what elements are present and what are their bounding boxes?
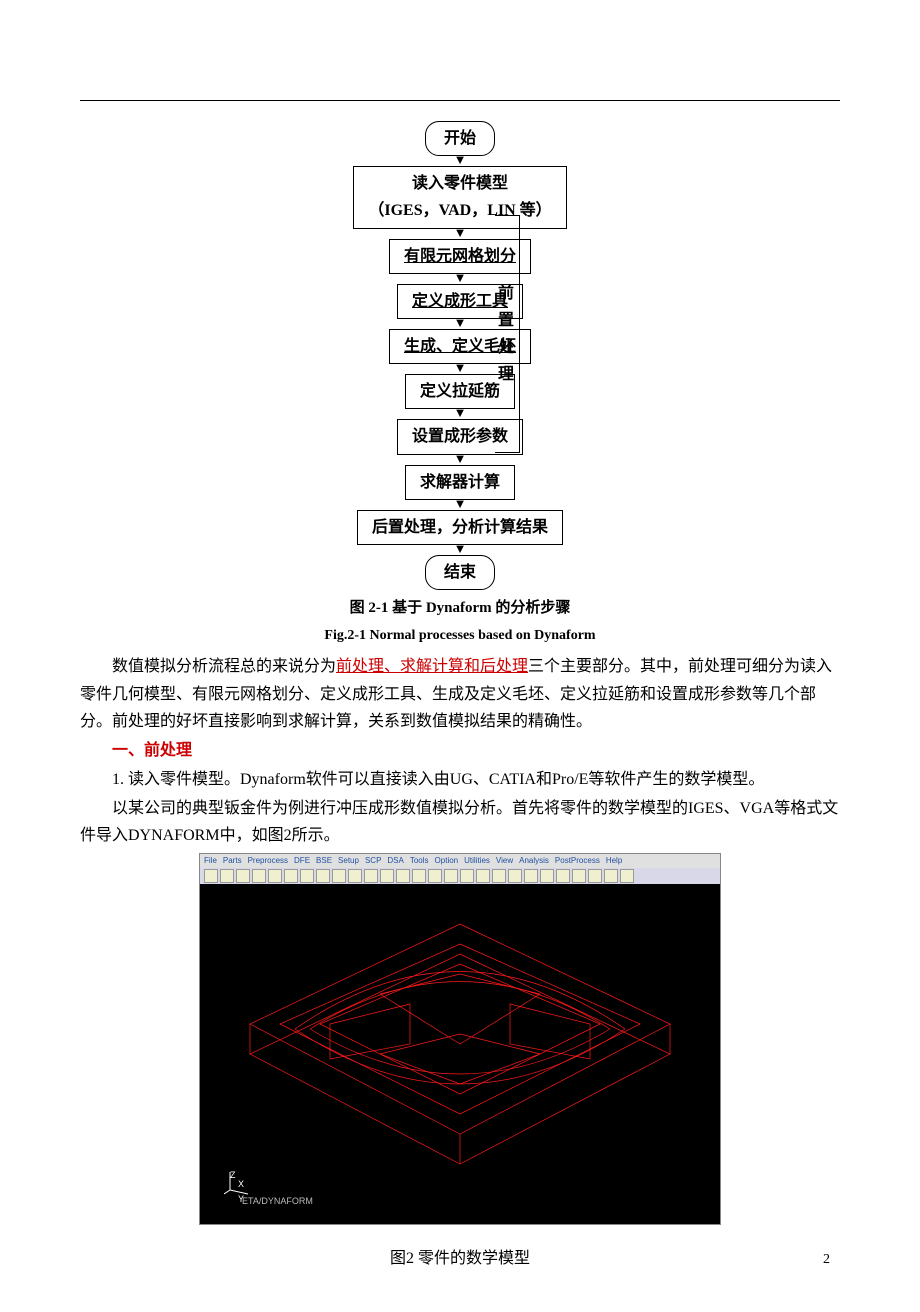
- toolbar-button[interactable]: [492, 869, 506, 883]
- flow-start: 开始: [425, 121, 495, 156]
- toolbar-button[interactable]: [236, 869, 250, 883]
- toolbar-button[interactable]: [332, 869, 346, 883]
- flow-read-model-line2: （IGES，VAD，LIN 等）: [368, 197, 551, 224]
- flow-read-model: 读入零件模型 （IGES，VAD，LIN 等）: [353, 166, 566, 228]
- toolbar-button[interactable]: [508, 869, 522, 883]
- flow-arrow: ▼: [454, 229, 467, 239]
- toolbar-button[interactable]: [220, 869, 234, 883]
- toolbar-button[interactable]: [300, 869, 314, 883]
- para-text-a: 数值模拟分析流程总的来说分为: [112, 658, 336, 675]
- menu-item[interactable]: DSA: [387, 854, 403, 868]
- toolbar-button[interactable]: [588, 869, 602, 883]
- flow-read-model-line1: 读入零件模型: [368, 170, 551, 197]
- flow-arrow: ▼: [454, 274, 467, 284]
- flow-arrow: ▼: [454, 500, 467, 510]
- fig21-caption-cn: 图 2-1 基于 Dynaform 的分析步骤: [80, 596, 840, 622]
- toolbar-button[interactable]: [364, 869, 378, 883]
- menu-item[interactable]: View: [496, 854, 513, 868]
- toolbar-button[interactable]: [284, 869, 298, 883]
- menu-item[interactable]: BSE: [316, 854, 332, 868]
- menu-item[interactable]: SCP: [365, 854, 381, 868]
- figure2-dynaform-screenshot: File Parts Preprocess DFE BSE Setup SCP …: [199, 853, 721, 1225]
- toolbar-button[interactable]: [460, 869, 474, 883]
- toolbar-button[interactable]: [556, 869, 570, 883]
- toolbar-button[interactable]: [348, 869, 362, 883]
- dynaform-menubar: File Parts Preprocess DFE BSE Setup SCP …: [200, 854, 720, 868]
- flow-side-brace-preprocess: 前 置 处 理: [495, 215, 520, 453]
- toolbar-button[interactable]: [204, 869, 218, 883]
- menu-item[interactable]: File: [204, 854, 217, 868]
- toolbar-button[interactable]: [428, 869, 442, 883]
- toolbar-button[interactable]: [380, 869, 394, 883]
- menu-item[interactable]: Tools: [410, 854, 429, 868]
- toolbar-button[interactable]: [444, 869, 458, 883]
- menu-item[interactable]: Parts: [223, 854, 242, 868]
- flowchart-fig21: 开始 ▼ 读入零件模型 （IGES，VAD，LIN 等） ▼ 有限元网格划分 ▼…: [80, 121, 840, 590]
- paragraph-overview: 数值模拟分析流程总的来说分为前处理、求解计算和后处理三个主要部分。其中，前处理可…: [80, 653, 840, 735]
- flow-arrow: ▼: [454, 156, 467, 166]
- fig2-caption: 图2 零件的数学模型: [80, 1245, 840, 1272]
- menu-item[interactable]: PostProcess: [555, 854, 600, 868]
- flow-arrow: ▼: [454, 545, 467, 555]
- menu-item[interactable]: Help: [606, 854, 622, 868]
- flow-side-label-char3: 处: [498, 334, 514, 361]
- toolbar-button[interactable]: [252, 869, 266, 883]
- menu-item[interactable]: Utilities: [464, 854, 490, 868]
- dynaform-brand-label: ETA/DYNAFORM: [242, 1194, 313, 1209]
- menu-item[interactable]: Analysis: [519, 854, 549, 868]
- fig21-caption-en: Fig.2-1 Normal processes based on Dynafo…: [80, 624, 840, 648]
- toolbar-button[interactable]: [268, 869, 282, 883]
- menu-item[interactable]: Setup: [338, 854, 359, 868]
- toolbar-button[interactable]: [396, 869, 410, 883]
- menu-item[interactable]: DFE: [294, 854, 310, 868]
- flow-arrow: ▼: [454, 319, 467, 329]
- dynaform-canvas[interactable]: Z X Y ETA/DYNAFORM: [200, 884, 720, 1224]
- toolbar-button[interactable]: [620, 869, 634, 883]
- flow-side-label-char2: 置: [498, 307, 514, 334]
- figure2-wrapper: File Parts Preprocess DFE BSE Setup SCP …: [80, 853, 840, 1225]
- menu-item[interactable]: Option: [435, 854, 459, 868]
- flow-post: 后置处理，分析计算结果: [357, 510, 563, 545]
- link-three-stages[interactable]: 前处理、求解计算和后处理: [336, 658, 528, 675]
- toolbar-button[interactable]: [524, 869, 538, 883]
- flow-arrow: ▼: [454, 409, 467, 419]
- top-rule: [80, 100, 840, 101]
- toolbar-button[interactable]: [572, 869, 586, 883]
- flow-end: 结束: [425, 555, 495, 590]
- flow-side-label-char4: 理: [498, 361, 514, 388]
- toolbar-button[interactable]: [540, 869, 554, 883]
- axis-z-label: Z: [230, 1168, 236, 1183]
- paragraph-example: 以某公司的典型钣金件为例进行冲压成形数值模拟分析。首先将零件的数学模型的IGES…: [80, 795, 840, 849]
- toolbar-button[interactable]: [476, 869, 490, 883]
- toolbar-button[interactable]: [412, 869, 426, 883]
- toolbar-button[interactable]: [604, 869, 618, 883]
- flow-arrow: ▼: [454, 455, 467, 465]
- menu-item[interactable]: Preprocess: [248, 854, 288, 868]
- section-title-preprocess: 一、前处理: [80, 737, 840, 764]
- flow-solver: 求解器计算: [405, 465, 515, 500]
- flow-arrow: ▼: [454, 364, 467, 374]
- page-number: 2: [823, 1248, 830, 1272]
- list-item-1: 1. 读入零件模型。Dynaform软件可以直接读入由UG、CATIA和Pro/…: [80, 766, 840, 793]
- part-wireframe: [200, 884, 720, 1224]
- toolbar-button[interactable]: [316, 869, 330, 883]
- flow-side-label-char1: 前: [498, 280, 514, 307]
